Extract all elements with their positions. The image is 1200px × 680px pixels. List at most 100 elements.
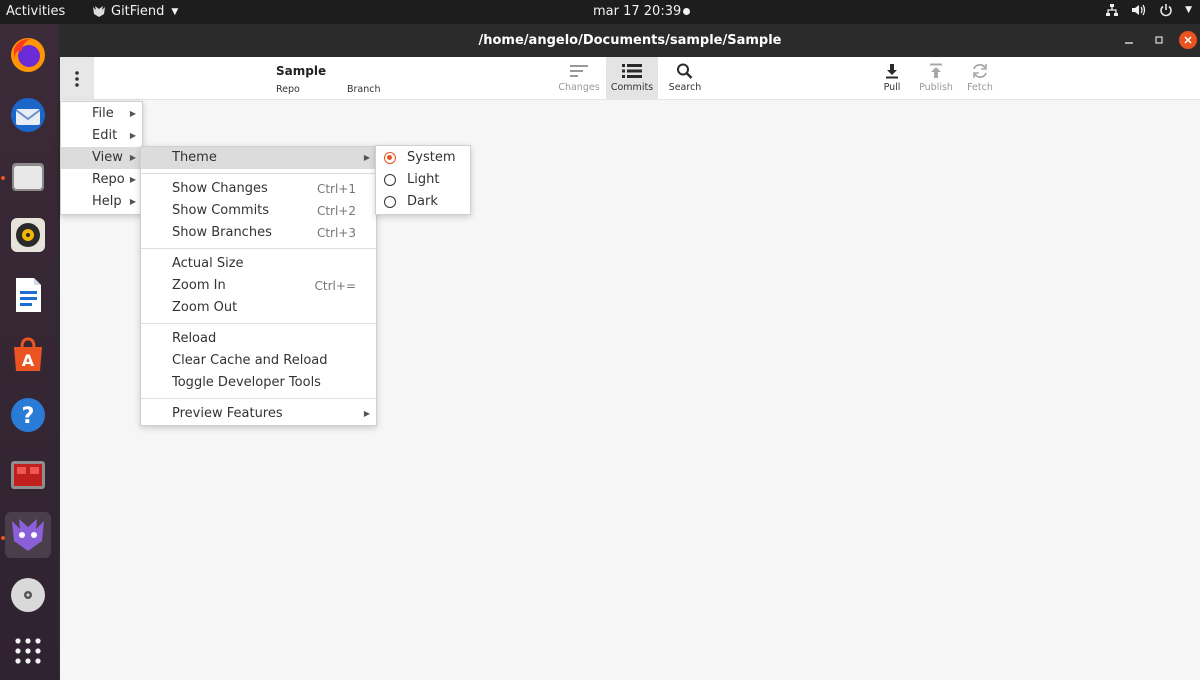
menu-item-clear-cache-reload[interactable]: Clear Cache and Reload [141, 350, 376, 372]
radio-unselected-icon[interactable] [384, 196, 396, 208]
dock-gitfiend-icon[interactable] [5, 512, 51, 558]
menu-separator [141, 173, 376, 174]
app-name: GitFiend [111, 4, 165, 19]
show-applications-icon[interactable] [5, 628, 51, 674]
pull-download-icon [886, 64, 898, 79]
view-submenu: Theme ▶ Show Changes Ctrl+1 Show Commits… [140, 146, 377, 426]
pull-button[interactable]: Pull [872, 57, 912, 100]
power-icon[interactable] [1159, 3, 1173, 17]
system-tray[interactable]: ▼ [1105, 3, 1192, 17]
menu-item-view[interactable]: View ▶ [61, 147, 142, 169]
menu-item-label: Light [407, 172, 440, 187]
menu-item-label: File [92, 106, 114, 121]
repo-selector[interactable]: Repo [276, 84, 300, 95]
dock-software-center-icon[interactable]: A [5, 332, 51, 378]
chevron-right-icon: ▶ [129, 153, 136, 162]
main-menu: File ▶ Edit ▶ View ▶ Repo ▶ Help ▶ [60, 101, 143, 215]
menu-item-label: Preview Features [172, 406, 283, 421]
pull-label: Pull [883, 82, 901, 93]
commits-label: Commits [610, 82, 654, 93]
dock-help-icon[interactable]: ? [5, 392, 51, 438]
dock-presentation-icon[interactable] [5, 452, 51, 498]
search-label: Search [668, 82, 702, 93]
menu-item-label: Show Branches [172, 225, 272, 240]
menu-item-label: Dark [407, 194, 438, 209]
theme-option-dark[interactable]: Dark [376, 191, 470, 213]
close-button[interactable] [1179, 31, 1197, 49]
menu-item-preview-features[interactable]: Preview Features ▶ [141, 403, 376, 425]
menu-item-label: Clear Cache and Reload [172, 353, 328, 368]
chevron-right-icon: ▶ [129, 109, 136, 118]
menu-item-label: System [407, 150, 456, 165]
menu-item-show-changes[interactable]: Show Changes Ctrl+1 [141, 178, 376, 200]
publish-button[interactable]: Publish [916, 57, 956, 100]
fetch-label: Fetch [967, 82, 993, 93]
menu-item-label: Zoom In [172, 278, 226, 293]
app-toolbar: Sample Repo Branch Changes Commits Searc… [60, 57, 1200, 100]
commits-button[interactable]: Commits [606, 57, 658, 100]
maximize-button[interactable] [1150, 31, 1168, 49]
activities-button[interactable]: Activities [6, 4, 65, 19]
menu-item-edit[interactable]: Edit ▶ [61, 125, 142, 147]
fetch-button[interactable]: Fetch [960, 57, 1000, 100]
menu-item-label: Theme [172, 150, 217, 165]
theme-option-light[interactable]: Light [376, 169, 470, 191]
search-button[interactable]: Search [663, 57, 707, 100]
theme-submenu: System Light Dark [375, 145, 471, 215]
minimize-button[interactable] [1120, 31, 1138, 49]
menu-item-actual-size[interactable]: Actual Size [141, 253, 376, 275]
dock-rhythmbox-icon[interactable] [5, 212, 51, 258]
changes-label: Changes [558, 82, 600, 93]
window-titlebar[interactable]: /home/angelo/Documents/sample/Sample [60, 24, 1200, 57]
menu-item-show-commits[interactable]: Show Commits Ctrl+2 [141, 200, 376, 222]
menu-separator [141, 248, 376, 249]
caret-down-icon[interactable]: ▼ [1185, 5, 1192, 15]
dock-firefox-icon[interactable] [5, 32, 51, 78]
changes-button[interactable]: Changes [557, 57, 601, 100]
menu-item-zoom-out[interactable]: Zoom Out [141, 297, 376, 319]
menu-item-label: Zoom Out [172, 300, 238, 315]
dock-thunderbird-icon[interactable] [5, 92, 51, 138]
menu-item-zoom-in[interactable]: Zoom In Ctrl+= [141, 275, 376, 297]
menu-item-theme[interactable]: Theme ▶ [141, 147, 376, 169]
menu-item-help[interactable]: Help ▶ [61, 191, 142, 213]
main-menu-button[interactable] [60, 57, 94, 100]
shortcut-label: Ctrl+3 [316, 226, 356, 240]
menu-item-label: Help [92, 194, 122, 209]
repo-name[interactable]: Sample [276, 64, 326, 78]
menu-item-label: Show Commits [172, 203, 270, 218]
volume-icon[interactable] [1131, 3, 1147, 17]
dock-files-icon[interactable] [5, 152, 51, 198]
menu-item-label: Repo [92, 172, 125, 187]
clock[interactable]: mar 17 20:39 [593, 4, 681, 19]
shortcut-label: Ctrl+2 [316, 204, 356, 218]
network-icon[interactable] [1105, 3, 1119, 17]
refresh-icon [973, 63, 987, 79]
radio-unselected-icon[interactable] [384, 174, 396, 186]
changes-icon [570, 65, 588, 77]
app-menu[interactable]: GitFiend ▼ [92, 4, 178, 19]
menu-item-repo[interactable]: Repo ▶ [61, 169, 142, 191]
dock-writer-icon[interactable] [5, 272, 51, 318]
menu-item-label: Show Changes [172, 181, 268, 196]
radio-selected-icon[interactable] [384, 152, 396, 164]
publish-label: Publish [919, 82, 953, 93]
publish-upload-icon [930, 63, 942, 78]
menu-item-show-branches[interactable]: Show Branches Ctrl+3 [141, 222, 376, 244]
gitfiend-app-icon [93, 6, 105, 17]
svg-text:A: A [22, 351, 35, 370]
menu-item-reload[interactable]: Reload [141, 328, 376, 350]
chevron-right-icon: ▶ [129, 197, 136, 206]
menu-item-file[interactable]: File ▶ [61, 103, 142, 125]
caret-down-icon: ▼ [171, 6, 179, 17]
window-title: /home/angelo/Documents/sample/Sample [478, 33, 782, 48]
dock-disc-icon[interactable] [5, 572, 51, 618]
svg-text:?: ? [22, 404, 35, 429]
menu-item-toggle-dev-tools[interactable]: Toggle Developer Tools [141, 372, 376, 394]
chevron-right-icon: ▶ [363, 409, 370, 418]
menu-separator [141, 323, 376, 324]
theme-option-system[interactable]: System [376, 147, 470, 169]
shortcut-label: Ctrl+1 [316, 182, 356, 196]
branch-selector[interactable]: Branch [347, 84, 381, 95]
menu-separator [141, 398, 376, 399]
